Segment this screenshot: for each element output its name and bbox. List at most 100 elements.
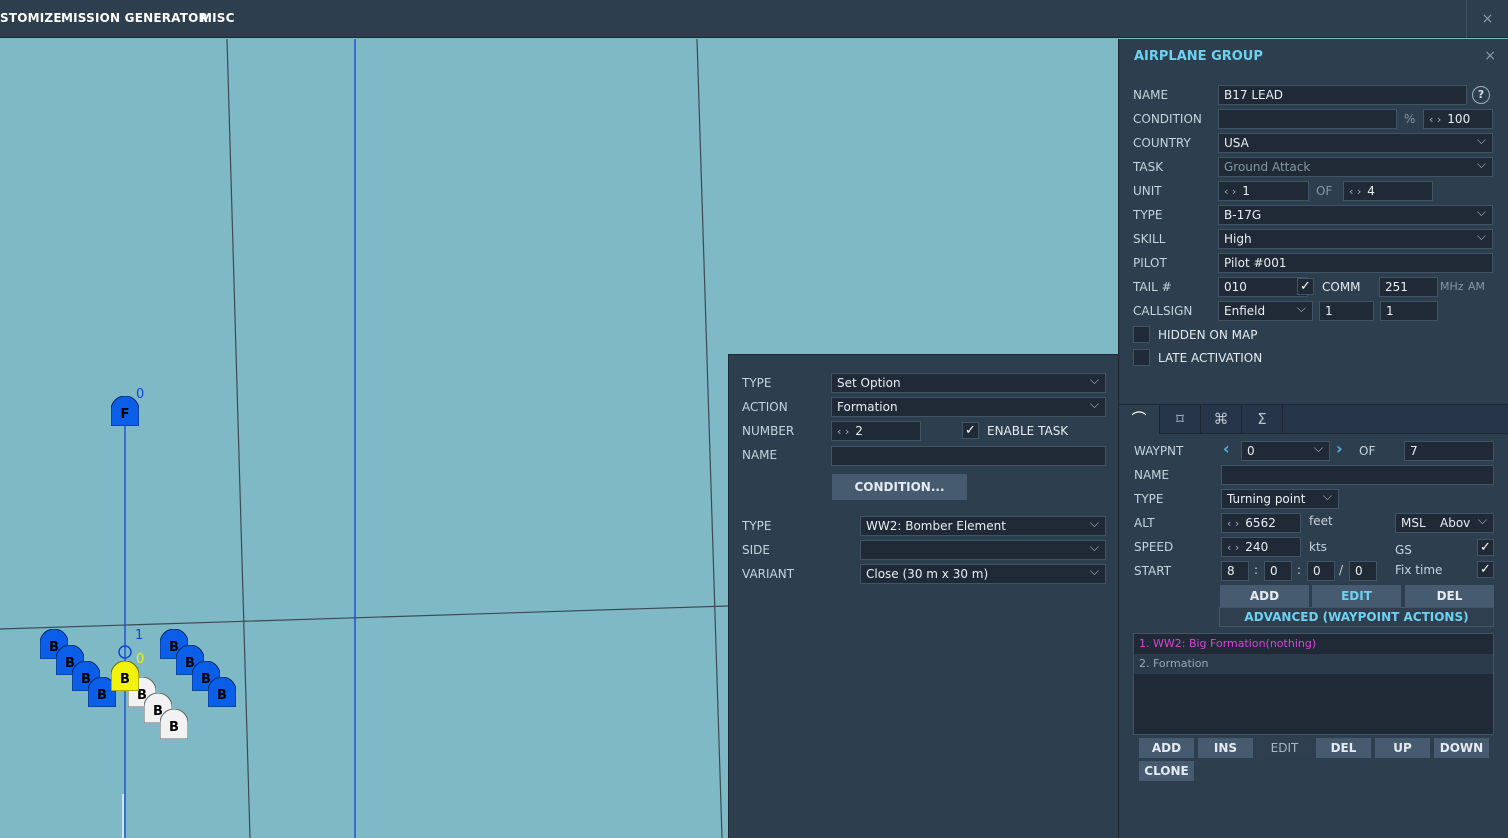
altitude-stepper[interactable]: ‹ › 6562 [1221,513,1301,533]
stepper-arrows-icon[interactable]: ‹ › [1227,517,1239,530]
bomber-marker[interactable]: B [208,677,236,707]
delete-waypoint-button[interactable]: DEL [1405,585,1494,607]
condition-button[interactable]: CONDITION... [832,474,967,500]
waypoint-type-select[interactable]: Turning point [1221,489,1339,509]
waypoint-select[interactable]: 0 [1241,441,1330,461]
start-day-input[interactable]: 8 [1221,561,1249,581]
add-action-button[interactable]: ADD [1139,738,1194,758]
menu-mission-generator[interactable]: MISSION GENERATOR [61,11,208,25]
stepper-arrows-icon[interactable]: ‹ › [1429,113,1441,126]
clone-action-button[interactable]: CLONE [1139,761,1194,781]
country-select[interactable]: USA [1218,133,1493,153]
number-stepper[interactable]: ‹ › 2 [831,421,921,441]
summary-icon[interactable]: Σ [1242,405,1283,434]
unit-stepper[interactable]: ‹ › 1 [1218,181,1309,201]
comm-checkbox[interactable]: ✓ [1297,278,1314,295]
move-up-button[interactable]: UP [1375,738,1430,758]
delete-action-button[interactable]: DEL [1316,738,1371,758]
start-hour-input[interactable]: 0 [1264,561,1292,581]
start-minute-input[interactable]: 0 [1307,561,1335,581]
stepper-arrows-icon[interactable]: ‹ › [1227,541,1239,554]
bomber-marker-neutral[interactable]: B [160,709,188,739]
move-down-button[interactable]: DOWN [1434,738,1489,758]
group-name-input[interactable]: B17 LEAD [1218,85,1467,105]
time-separator: : [1297,563,1302,577]
insert-action-button[interactable]: INS [1198,738,1253,758]
side-select[interactable] [860,540,1106,560]
bomber-marker-selected[interactable]: B [111,661,139,691]
altitude-reference-select[interactable]: MSL Abov [1395,513,1494,533]
action-name-input[interactable] [831,446,1106,466]
formation-type-select[interactable]: WW2: Bomber Element [860,516,1106,536]
hidden-on-map-checkbox[interactable] [1133,326,1150,343]
close-icon[interactable]: × [1484,48,1496,64]
chevron-left-icon[interactable]: ‹ [1223,439,1230,458]
panel-tabs: ⌒ ⌑ ⌘ Σ [1119,404,1508,434]
waypoint-name-input[interactable] [1221,465,1494,485]
start-label: START [1134,564,1172,578]
speed-label: SPEED [1134,540,1174,554]
close-icon[interactable]: × [1466,0,1508,38]
fighter-marker[interactable]: F [111,396,139,426]
target-icon[interactable]: ⌑ [1160,405,1201,434]
frequency-input[interactable]: 251 [1379,277,1438,297]
menu-customize[interactable]: STOMIZE [0,11,62,25]
start-second-input[interactable]: 0 [1349,561,1377,581]
speed-stepper[interactable]: ‹ › 240 [1221,537,1301,557]
unit-value: 1 [1242,184,1250,198]
waypoint-actions-list[interactable]: 1. WW2: Big Formation(nothing) 2. Format… [1133,633,1494,735]
fix-time-checkbox[interactable]: ✓ [1477,561,1494,578]
callsign-select[interactable]: Enfield [1218,301,1313,321]
waypoint-label: WAYPNT [1134,444,1184,458]
edit-action-button[interactable]: EDIT [1257,738,1312,758]
bomber-label: B [217,688,227,703]
condition-percent-stepper[interactable]: ‹ › 100 [1423,109,1493,129]
aircraft-type-select[interactable]: B-17G [1218,205,1493,225]
stepper-arrows-icon[interactable]: ‹ › [1224,185,1236,198]
gs-checkbox[interactable]: ✓ [1477,539,1494,556]
waypoint-index-1: 1 [135,628,144,643]
tail-number-input[interactable]: 010 [1218,277,1308,297]
unit-total-stepper[interactable]: ‹ › 4 [1343,181,1433,201]
fighter-label: F [120,407,130,422]
unit-label: UNIT [1133,184,1162,198]
task-select[interactable]: Ground Attack [1218,157,1493,177]
unit-of-label: OF [1316,184,1333,198]
speed-unit: kts [1309,540,1327,554]
advanced-waypoint-actions-button[interactable]: ADVANCED (WAYPOINT ACTIONS) [1219,607,1494,627]
enable-task-checkbox[interactable]: ✓ [962,422,979,439]
chevron-right-icon[interactable]: › [1336,439,1343,458]
condition-input[interactable] [1218,109,1397,129]
skill-select[interactable]: High [1218,229,1493,249]
add-waypoint-button[interactable]: ADD [1220,585,1309,607]
late-activation-label: LATE ACTIVATION [1158,351,1263,365]
pilot-input[interactable]: Pilot #001 [1218,253,1493,273]
stepper-arrows-icon[interactable]: ‹ › [837,425,849,438]
payload-icon[interactable]: ⌘ [1201,405,1242,434]
grid-line [0,605,729,630]
fighter-index: 0 [136,387,145,402]
callsign-number-2[interactable]: 1 [1380,301,1438,321]
action-type-select[interactable]: Set Option [831,373,1106,393]
number-value: 2 [855,424,863,438]
speed-value: 240 [1245,540,1269,554]
help-icon[interactable]: ? [1472,86,1490,104]
callsign-number-1[interactable]: 1 [1319,301,1374,321]
late-activation-checkbox[interactable] [1133,349,1150,366]
task-label: TASK [1133,160,1164,174]
menu-misc[interactable]: MISC [200,11,235,25]
variant-select[interactable]: Close (30 m x 30 m) [860,564,1106,584]
route-icon[interactable]: ⌒ [1119,405,1160,434]
edit-waypoint-button[interactable]: EDIT [1312,585,1401,607]
number-label: NUMBER [742,424,795,438]
unit-total: 4 [1367,184,1375,198]
time-separator: : [1254,563,1259,577]
action-select[interactable]: Formation [831,397,1106,417]
type-label: TYPE [1133,208,1163,222]
list-item[interactable]: 1. WW2: Big Formation(nothing) [1134,634,1493,654]
list-item[interactable]: 2. Formation [1134,654,1493,674]
percent-value: 100 [1447,112,1471,126]
stepper-arrows-icon[interactable]: ‹ › [1349,185,1361,198]
side-label: SIDE [742,543,770,557]
modulation-label[interactable]: AM [1468,280,1485,293]
